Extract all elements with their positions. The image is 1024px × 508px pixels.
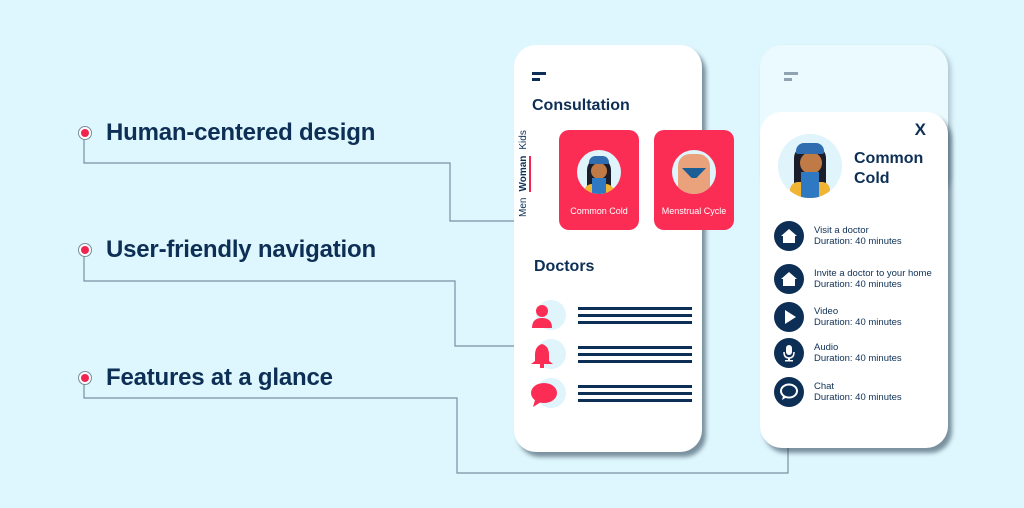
home-icon bbox=[781, 229, 797, 243]
tab-men[interactable]: Men bbox=[518, 198, 531, 217]
option-visit-doctor[interactable]: Visit a doctor Duration: 40 minutes bbox=[774, 221, 902, 251]
option-duration: Duration: 40 minutes bbox=[814, 317, 902, 328]
sick-girl-illustration-icon bbox=[778, 134, 842, 198]
doctor-list-item[interactable] bbox=[530, 300, 692, 334]
torso-illustration-icon bbox=[672, 150, 716, 194]
option-name: Invite a doctor to your home bbox=[814, 268, 932, 279]
doctor-info-lines bbox=[578, 384, 692, 406]
option-duration: Duration: 40 minutes bbox=[814, 392, 902, 403]
feature-label: User-friendly navigation bbox=[106, 236, 376, 263]
consultation-title: Consultation bbox=[532, 97, 630, 114]
card-label: Common Cold bbox=[570, 206, 628, 216]
card-label: Menstrual Cycle bbox=[661, 206, 727, 216]
user-icon bbox=[532, 305, 552, 328]
chat-icon bbox=[780, 383, 798, 400]
bullet-dot-icon bbox=[78, 371, 92, 385]
detail-title: Common Cold bbox=[854, 150, 924, 187]
bell-icon bbox=[531, 344, 553, 368]
option-name: Chat bbox=[814, 381, 835, 392]
tab-woman[interactable]: Woman bbox=[518, 155, 531, 192]
doctor-list-item[interactable] bbox=[530, 378, 692, 412]
close-button[interactable]: X bbox=[915, 120, 926, 140]
option-video[interactable]: Video Duration: 40 minutes bbox=[774, 302, 902, 332]
feature-label: Features at a glance bbox=[106, 364, 333, 391]
microphone-icon bbox=[783, 345, 795, 362]
option-name: Video bbox=[814, 306, 839, 317]
option-audio[interactable]: Audio Duration: 40 minutes bbox=[774, 338, 902, 368]
option-name: Visit a doctor bbox=[814, 225, 869, 236]
card-menstrual-cycle[interactable]: Menstrual Cycle bbox=[654, 130, 734, 230]
home-icon bbox=[781, 272, 797, 286]
option-chat[interactable]: Chat Duration: 40 minutes bbox=[774, 377, 902, 407]
doctors-title: Doctors bbox=[534, 258, 595, 275]
option-invite-doctor[interactable]: Invite a doctor to your home Duration: 40… bbox=[774, 264, 932, 294]
detail-phone-screen: X Common Cold Visit a doctor Duration: 40… bbox=[760, 112, 948, 448]
connector-line-2 bbox=[83, 250, 535, 347]
sick-girl-illustration-icon bbox=[577, 150, 621, 194]
doctor-info-lines bbox=[578, 306, 692, 328]
option-duration: Duration: 40 minutes bbox=[814, 279, 902, 290]
bullet-dot-icon bbox=[78, 126, 92, 140]
chat-bubble-icon bbox=[531, 383, 557, 407]
menu-icon[interactable] bbox=[784, 72, 798, 84]
option-duration: Duration: 40 minutes bbox=[814, 353, 902, 364]
consultation-phone-screen: Consultation Men Woman Kids Common Cold … bbox=[514, 45, 734, 452]
card-common-cold[interactable]: Common Cold bbox=[559, 130, 639, 230]
option-duration: Duration: 40 minutes bbox=[814, 236, 902, 247]
bullet-dot-icon bbox=[78, 243, 92, 257]
doctor-info-lines bbox=[578, 345, 692, 367]
feature-user-friendly: User-friendly navigation bbox=[78, 236, 376, 264]
tab-kids[interactable]: Kids bbox=[518, 130, 531, 149]
play-icon bbox=[785, 310, 796, 324]
feature-at-a-glance: Features at a glance bbox=[78, 364, 333, 392]
feature-human-centered: Human-centered design bbox=[78, 119, 375, 147]
feature-label: Human-centered design bbox=[106, 119, 376, 146]
option-name: Audio bbox=[814, 342, 839, 353]
menu-icon[interactable] bbox=[532, 72, 546, 84]
doctor-list-item[interactable] bbox=[530, 339, 692, 373]
category-tabs: Men Woman Kids bbox=[518, 127, 531, 217]
